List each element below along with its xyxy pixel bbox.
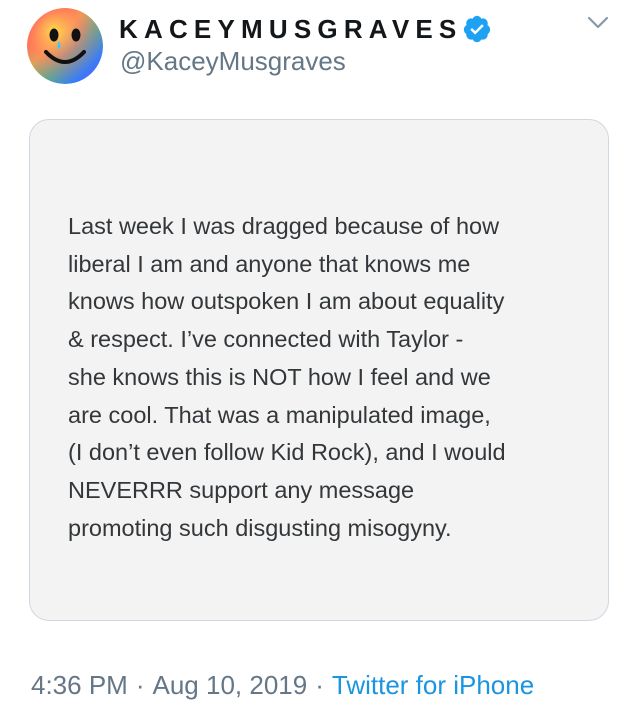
tweet-source-link[interactable]: Twitter for iPhone — [332, 670, 534, 701]
author-display-name[interactable]: KACEYMUSGRAVES — [119, 14, 462, 45]
chevron-down-icon[interactable] — [586, 14, 610, 32]
meta-separator: · — [135, 670, 145, 700]
meta-separator: · — [315, 670, 324, 700]
verified-badge-icon — [462, 14, 492, 44]
tweet-time[interactable]: 4:36 PM — [31, 670, 128, 701]
tweet-date[interactable]: Aug 10, 2019 — [153, 670, 308, 701]
tweet: KACEYMUSGRAVES @KaceyMusgraves Last week… — [0, 0, 640, 719]
author-handle[interactable]: @KaceyMusgraves — [120, 46, 346, 77]
tweet-meta: 4:36 PM · Aug 10, 2019 · Twitter for iPh… — [31, 670, 534, 701]
avatar[interactable] — [27, 8, 103, 84]
rainbow-smiley-avatar — [27, 8, 103, 84]
attached-image-card[interactable]: Last week I was dragged because of how l… — [29, 119, 609, 621]
image-statement-text: Last week I was dragged because of how l… — [68, 213, 506, 541]
author-name-row[interactable]: KACEYMUSGRAVES — [119, 12, 492, 46]
